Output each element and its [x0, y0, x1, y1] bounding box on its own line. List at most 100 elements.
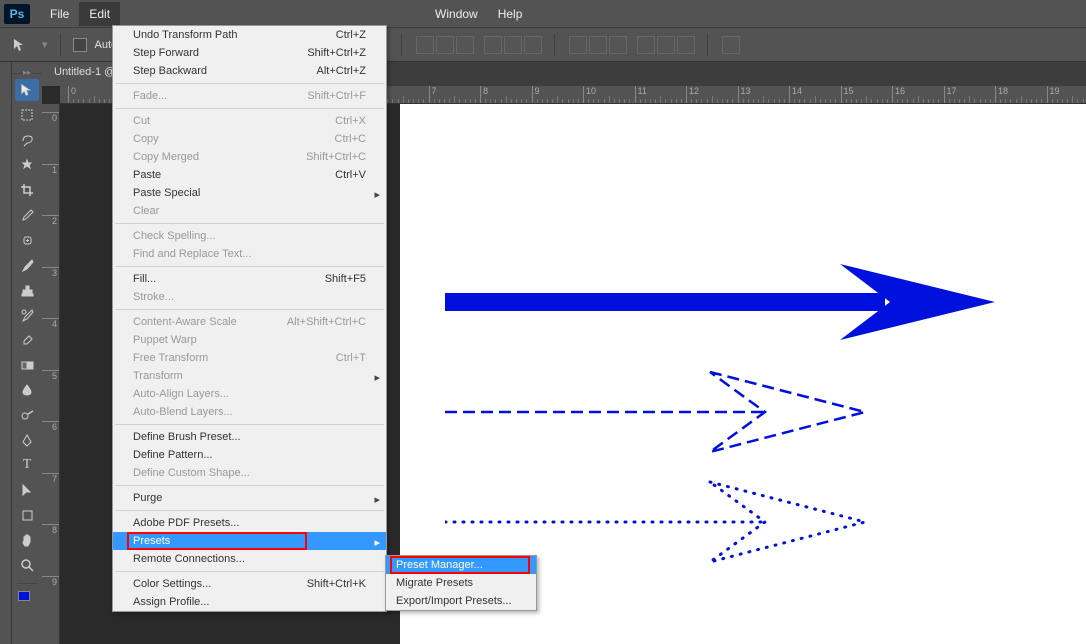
menu-item-shortcut: Alt+Shift+Ctrl+C — [287, 316, 366, 328]
menu-item-color-settings-[interactable]: Color Settings...Shift+Ctrl+K — [113, 575, 386, 593]
arrow-solid-blue — [445, 254, 1005, 354]
tool-heal[interactable] — [15, 229, 39, 251]
distribute-group-1[interactable] — [569, 36, 627, 54]
menu-item-shortcut: Shift+Ctrl+K — [307, 578, 366, 590]
menu-item-shortcut: Shift+Ctrl+C — [306, 151, 366, 163]
tool-type[interactable]: T — [15, 454, 39, 476]
menu-item-shortcut: Ctrl+T — [336, 352, 366, 364]
menu-item-label: Check Spelling... — [133, 230, 216, 242]
arrange-group[interactable] — [722, 36, 740, 54]
menu-item-label: Stroke... — [133, 291, 174, 303]
menu-item-paste-special[interactable]: Paste Special▸ — [113, 184, 386, 202]
color-swatches[interactable] — [18, 591, 36, 605]
menu-item-cut: CutCtrl+X — [113, 112, 386, 130]
menu-item-label: Define Custom Shape... — [133, 467, 250, 479]
ruler-tick: 7 — [429, 86, 437, 103]
ruler-tick: 2 — [42, 215, 59, 226]
menu-separator — [115, 223, 384, 224]
ruler-tick: 9 — [42, 576, 59, 587]
menu-item-purge[interactable]: Purge ▸ — [113, 489, 386, 507]
submenu-arrow-icon: ▸ — [374, 536, 380, 549]
submenu-item-preset-manager-[interactable]: Preset Manager... — [386, 556, 536, 574]
menu-item-clear: Clear — [113, 202, 386, 220]
menu-item-puppet-warp: Puppet Warp — [113, 331, 386, 349]
menu-edit[interactable]: Edit — [79, 2, 120, 26]
menu-item-label: Remote Connections... — [133, 553, 245, 565]
menu-item-undo-transform-path[interactable]: Undo Transform Path Ctrl+Z — [113, 26, 386, 44]
submenu-item-export-import-presets-[interactable]: Export/Import Presets... — [386, 592, 536, 610]
menu-item-shortcut: Alt+Ctrl+Z — [316, 65, 366, 77]
menu-item-label: Purge — [133, 492, 162, 504]
menu-item-paste[interactable]: PasteCtrl+V — [113, 166, 386, 184]
menu-item-label: Define Brush Preset... — [133, 431, 241, 443]
tool-move[interactable] — [15, 79, 39, 101]
tool-shape[interactable] — [15, 504, 39, 526]
tool-stamp[interactable] — [15, 279, 39, 301]
tool-blur[interactable] — [15, 379, 39, 401]
menu-separator — [115, 309, 384, 310]
submenu-arrow-icon: ▸ — [374, 371, 380, 384]
menu-item-shortcut: Ctrl+Z — [336, 29, 366, 41]
tool-history-brush[interactable] — [15, 304, 39, 326]
menu-item-label: Copy Merged — [133, 151, 199, 163]
menu-item-define-custom-shape-: Define Custom Shape... — [113, 464, 386, 482]
tool-gradient[interactable] — [15, 354, 39, 376]
menu-item-remote-connections-[interactable]: Remote Connections... — [113, 550, 386, 568]
tool-eyedropper[interactable] — [15, 204, 39, 226]
submenu-item-migrate-presets[interactable]: Migrate Presets — [386, 574, 536, 592]
menu-item-label: Adobe PDF Presets... — [133, 517, 239, 529]
menu-separator — [115, 108, 384, 109]
ruler-tick: 0 — [42, 112, 59, 123]
presets-submenu: Preset Manager...Migrate PresetsExport/I… — [385, 555, 537, 611]
tool-marquee[interactable] — [15, 104, 39, 126]
tool-path-select[interactable] — [15, 479, 39, 501]
menu-item-assign-profile-[interactable]: Assign Profile... — [113, 593, 386, 611]
tool-dodge[interactable] — [15, 404, 39, 426]
menu-item-presets[interactable]: Presets▸ — [113, 532, 386, 550]
menu-item-label: Free Transform — [133, 352, 208, 364]
align-group-2[interactable] — [484, 36, 542, 54]
submenu-arrow-icon: ▸ — [374, 493, 380, 506]
ruler-tick: 7 — [42, 473, 59, 484]
tool-wand[interactable] — [15, 154, 39, 176]
menu-item-shortcut: Ctrl+V — [335, 169, 366, 181]
tool-crop[interactable] — [15, 179, 39, 201]
menu-item-check-spelling-: Check Spelling... — [113, 227, 386, 245]
menu-file[interactable]: File — [40, 2, 79, 26]
menu-item-fill-[interactable]: Fill...Shift+F5 — [113, 270, 386, 288]
ruler-tick: 8 — [42, 524, 59, 535]
distribute-group-2[interactable] — [637, 36, 695, 54]
tool-lasso[interactable] — [15, 129, 39, 151]
menu-item-fade-: Fade...Shift+Ctrl+F — [113, 87, 386, 105]
menu-help[interactable]: Help — [488, 2, 533, 26]
tool-hand[interactable] — [15, 529, 39, 551]
menu-item-find-and-replace-text-: Find and Replace Text... — [113, 245, 386, 263]
menu-item-step-forward[interactable]: Step ForwardShift+Ctrl+Z — [113, 44, 386, 62]
align-group-1[interactable] — [416, 36, 474, 54]
menu-item-step-backward[interactable]: Step BackwardAlt+Ctrl+Z — [113, 62, 386, 80]
menu-item-adobe-pdf-presets-[interactable]: Adobe PDF Presets... — [113, 514, 386, 532]
panel-edge — [0, 62, 12, 644]
tool-brush[interactable] — [15, 254, 39, 276]
menu-item-label: Find and Replace Text... — [133, 248, 251, 260]
tool-zoom[interactable] — [15, 554, 39, 576]
menu-window[interactable]: Window — [425, 2, 488, 26]
tool-eraser[interactable] — [15, 329, 39, 351]
menu-item-define-pattern-[interactable]: Define Pattern... — [113, 446, 386, 464]
menu-item-label: Define Pattern... — [133, 449, 213, 461]
auto-select-checkbox[interactable] — [73, 38, 87, 52]
tool-pen[interactable] — [15, 429, 39, 451]
menu-item-auto-blend-layers-: Auto-Blend Layers... — [113, 403, 386, 421]
menu-item-label: Undo Transform Path — [133, 29, 238, 41]
ruler-tick: 4 — [42, 318, 59, 329]
menu-item-label: Auto-Blend Layers... — [133, 406, 233, 418]
highlight-box — [390, 556, 530, 574]
menu-separator — [115, 571, 384, 572]
ruler-tick: 0 — [68, 86, 76, 103]
menu-item-label: Auto-Align Layers... — [133, 388, 229, 400]
menu-item-define-brush-preset-[interactable]: Define Brush Preset... — [113, 428, 386, 446]
menu-item-label: Assign Profile... — [133, 596, 209, 608]
ruler-tick: 9 — [532, 86, 540, 103]
menu-item-label: Step Forward — [133, 47, 199, 59]
menu-item-label: Copy — [133, 133, 159, 145]
